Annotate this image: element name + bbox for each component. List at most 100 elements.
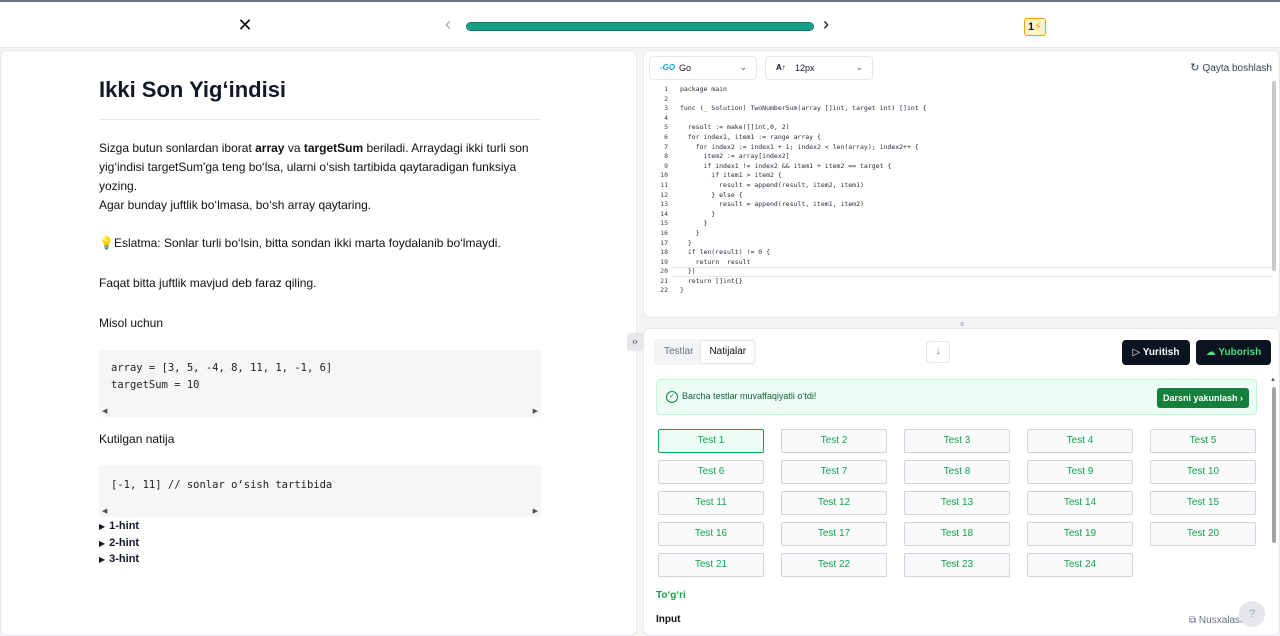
- horizontal-scrollbar[interactable]: ◀ ▶: [99, 405, 541, 417]
- run-button[interactable]: ▷ Yuritish: [1122, 340, 1190, 365]
- example-label: Misol uchun: [99, 316, 164, 330]
- code-line[interactable]: if len(result) != 0 {: [680, 248, 927, 258]
- test-chip[interactable]: Test 2: [781, 429, 887, 453]
- test-chip[interactable]: Test 6: [658, 460, 764, 484]
- input-label: Input: [656, 614, 681, 625]
- test-chip[interactable]: Test 21: [658, 553, 764, 577]
- test-chip[interactable]: Test 8: [904, 460, 1010, 484]
- editor-scrollbar[interactable]: [1272, 81, 1277, 281]
- test-chip[interactable]: Test 14: [1027, 491, 1133, 515]
- code-line[interactable]: return []int{}: [680, 277, 927, 287]
- code-line[interactable]: [680, 95, 927, 105]
- code-line[interactable]: package main: [680, 85, 927, 95]
- test-chip[interactable]: Test 4: [1027, 429, 1133, 453]
- results-scrollbar[interactable]: ▲: [1270, 377, 1278, 633]
- code-line[interactable]: result = append(result, item2, item1): [680, 181, 927, 191]
- test-chip[interactable]: Test 11: [658, 491, 764, 515]
- chevron-left-icon[interactable]: ‹: [445, 15, 451, 33]
- reset-button[interactable]: ↻ Qayta boshlash: [1190, 61, 1272, 74]
- scrollbar-thumb[interactable]: [1272, 81, 1276, 271]
- code-line[interactable]: for index2 := index1 + 1; index2 < len(a…: [680, 143, 927, 153]
- code-line[interactable]: result := make([]int,0, 2): [680, 123, 927, 133]
- problem-panel: Ikki Son Yig‘indisi Sizga butun sonlarda…: [0, 50, 637, 636]
- test-chip[interactable]: Test 5: [1150, 429, 1256, 453]
- code-line[interactable]: for index1, item1 := range array {: [680, 133, 927, 143]
- code-line[interactable]: func (_ Solution) TwoNumberSum(array []i…: [680, 104, 927, 114]
- scrollbar-thumb[interactable]: [1272, 387, 1276, 543]
- code-line[interactable]: if index1 != index2 && item1 + item2 == …: [680, 162, 927, 172]
- submit-button[interactable]: ☁ Yuborish: [1196, 340, 1271, 365]
- scroll-left-icon[interactable]: ◀: [102, 507, 107, 515]
- test-chip[interactable]: Test 22: [781, 553, 887, 577]
- test-chip[interactable]: Test 12: [781, 491, 887, 515]
- line-number: 1: [664, 85, 668, 93]
- code-line[interactable]: }: [680, 229, 927, 239]
- collapse-panel-handle[interactable]: ‹›: [627, 333, 643, 351]
- scroll-right-icon[interactable]: ▶: [533, 407, 538, 415]
- hint-1-toggle[interactable]: ▶ 1-hint: [99, 520, 139, 532]
- tab-testlar[interactable]: Testlar: [656, 341, 701, 363]
- font-size-value: 12px: [795, 63, 815, 73]
- horizontal-scrollbar[interactable]: ◀ ▶: [99, 505, 541, 517]
- expected-code-block: [-1, 11] // sonlar o‘sish tartibida ◀ ▶: [99, 465, 541, 517]
- finish-label: Darsni yakunlash: [1162, 393, 1238, 403]
- line-number: 12: [660, 190, 668, 199]
- line-number: 6: [664, 132, 668, 141]
- description-text: va: [284, 141, 304, 155]
- language-value: Go: [679, 63, 692, 73]
- hint-label: 3-hint: [109, 553, 140, 565]
- code-line[interactable]: if item1 > item2 {: [680, 171, 927, 181]
- code-line[interactable]: result = append(result, item1, item2): [680, 200, 927, 210]
- help-button[interactable]: ?: [1239, 601, 1265, 627]
- test-chip[interactable]: Test 9: [1027, 460, 1133, 484]
- font-size-select[interactable]: A↑ 12px ⌄: [765, 56, 873, 80]
- code-line[interactable]: }: [680, 239, 927, 249]
- line-number: 3: [664, 104, 668, 113]
- test-chip[interactable]: Test 7: [781, 460, 887, 484]
- language-select[interactable]: -GO Go ⌄: [649, 56, 757, 80]
- code-text[interactable]: package main func (_ Solution) TwoNumber…: [680, 85, 927, 296]
- copy-button[interactable]: ⧉ Nusxalash: [1189, 615, 1246, 626]
- test-chip[interactable]: Test 3: [904, 429, 1010, 453]
- scroll-right-icon[interactable]: ▶: [533, 507, 538, 515]
- play-icon: ▷: [1132, 347, 1143, 358]
- scroll-left-icon[interactable]: ◀: [102, 407, 107, 415]
- chevron-right-icon[interactable]: ›: [823, 15, 829, 33]
- code-line[interactable]: } else {: [680, 191, 927, 201]
- test-chip[interactable]: Test 16: [658, 522, 764, 546]
- code-line[interactable]: }: [680, 286, 927, 296]
- code-line[interactable]: [680, 114, 927, 124]
- streak-badge[interactable]: 1⚡: [1024, 18, 1046, 36]
- test-chip[interactable]: Test 19: [1027, 522, 1133, 546]
- finish-lesson-button[interactable]: Darsni yakunlash ›: [1157, 388, 1249, 408]
- test-chip[interactable]: Test 10: [1150, 460, 1256, 484]
- scroll-up-icon[interactable]: ▲: [1270, 377, 1276, 383]
- note-text: Eslatma: Sonlar turli bo‘lsin, bitta son…: [113, 236, 501, 250]
- code-area[interactable]: 1 2 3 4 5 6 7 8 9 10 11 12 13 14 15 16 17 18 19 20 21 22 pack…: [644, 85, 1274, 315]
- code-line[interactable]: item2 := array[index2]: [680, 152, 927, 162]
- line-number: 20: [660, 267, 668, 276]
- code-line[interactable]: }: [680, 210, 927, 220]
- expected-label: Kutilgan natija: [99, 432, 175, 446]
- test-chip[interactable]: Test 20: [1150, 522, 1256, 546]
- close-icon[interactable]: ✕: [236, 16, 254, 34]
- run-label: Yuritish: [1142, 347, 1180, 358]
- test-chip[interactable]: Test 18: [904, 522, 1010, 546]
- hint-2-toggle[interactable]: ▶ 2-hint: [99, 537, 139, 549]
- code-line[interactable]: return result: [680, 258, 927, 268]
- code-line[interactable]: }: [680, 219, 927, 229]
- test-chip[interactable]: Test 24: [1027, 553, 1133, 577]
- test-chip[interactable]: Test 13: [904, 491, 1010, 515]
- download-icon[interactable]: ↓: [926, 341, 950, 363]
- test-chip[interactable]: Test 15: [1150, 491, 1256, 515]
- hint-label: 2-hint: [109, 537, 140, 549]
- tab-natijalar[interactable]: Natijalar: [701, 341, 755, 363]
- test-chip[interactable]: Test 1: [658, 429, 764, 453]
- hint-3-toggle[interactable]: ▶ 3-hint: [99, 553, 139, 565]
- test-chip[interactable]: Test 17: [781, 522, 887, 546]
- page-title: Ikki Son Yig‘indisi: [99, 77, 287, 102]
- code-line[interactable]: }|: [680, 267, 927, 277]
- line-number: 2: [664, 94, 668, 103]
- chevron-right-icon: ›: [1237, 393, 1244, 403]
- test-chip[interactable]: Test 23: [904, 553, 1010, 577]
